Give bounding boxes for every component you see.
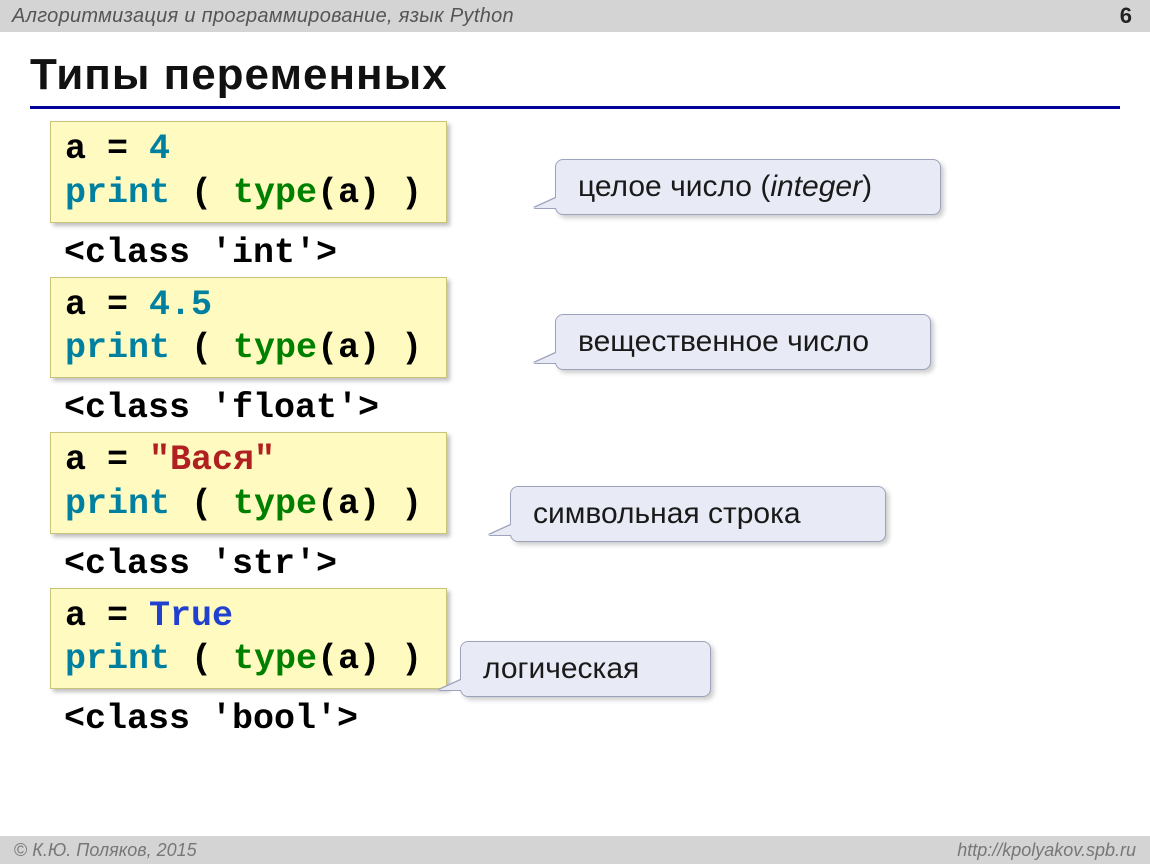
callout-pointer-icon xyxy=(439,680,461,690)
code-token: ( xyxy=(170,173,233,213)
code-token: ) xyxy=(380,639,422,679)
print-line: print ( type(a) ) xyxy=(65,172,422,216)
callout-pointer-icon xyxy=(489,525,511,535)
bottom-bar: К.Ю. Поляков, 2015 http://kpolyakov.spb.… xyxy=(0,836,1150,864)
title-row: Типы переменных xyxy=(30,50,1126,109)
callout-text: символьная строка xyxy=(533,497,801,530)
callout-text: целое число ( xyxy=(578,170,770,203)
code-token: type xyxy=(233,484,317,524)
code-token: 4.5 xyxy=(149,285,212,325)
assign-line: a = "Вася" xyxy=(65,439,422,483)
code-token: print xyxy=(65,173,170,213)
assign-line: a = 4.5 xyxy=(65,284,422,328)
result-row: <class 'bool'>логическая xyxy=(50,699,1150,739)
code-box: a = "Вася"print ( type(a) ) xyxy=(50,432,447,534)
callout-text-tail: ) xyxy=(862,170,872,203)
code-token: ( xyxy=(170,639,233,679)
code-token: = xyxy=(86,129,149,169)
code-token: = xyxy=(86,596,149,636)
code-group: a = "Вася"print ( type(a) ) <class 'str'>… xyxy=(50,432,1150,584)
title-underline xyxy=(30,106,1120,109)
callout-text: логическая xyxy=(483,652,639,685)
footer-url: http://kpolyakov.spb.ru xyxy=(957,840,1136,861)
code-token: True xyxy=(149,596,233,636)
top-bar: Алгоритмизация и программирование, язык … xyxy=(0,0,1150,32)
code-token: type xyxy=(233,328,317,368)
code-token: ( xyxy=(170,328,233,368)
code-token: type xyxy=(233,639,317,679)
code-token: ) xyxy=(380,173,422,213)
result-text: <class 'float'> xyxy=(64,388,379,428)
header-subject: Алгоритмизация и программирование, язык … xyxy=(12,5,514,28)
code-group: a = 4print ( type(a) )<class 'int'>целое… xyxy=(50,121,1150,273)
code-token: print xyxy=(65,484,170,524)
result-row: <class 'float'>вещественное число xyxy=(50,388,1150,428)
code-token: print xyxy=(65,328,170,368)
callout-pointer-icon xyxy=(534,353,556,363)
footer-copyright: К.Ю. Поляков, 2015 xyxy=(14,840,197,861)
print-line: print ( type(a) ) xyxy=(65,483,422,527)
code-token: ) xyxy=(380,484,422,524)
result-row: <class 'str'>символьная строка xyxy=(50,544,1150,584)
callout: логическая xyxy=(460,641,711,697)
code-box: a = Trueprint ( type(a) ) xyxy=(50,588,447,690)
code-token: a xyxy=(65,285,86,325)
code-token: type xyxy=(233,173,317,213)
code-token: 4 xyxy=(149,129,170,169)
assign-line: a = 4 xyxy=(65,128,422,172)
result-text: <class 'bool'> xyxy=(64,699,358,739)
code-token: (a) xyxy=(317,173,380,213)
assign-line: a = True xyxy=(65,595,422,639)
code-token: a xyxy=(65,596,86,636)
callout-pointer-icon xyxy=(534,198,556,208)
code-group: a = Trueprint ( type(a) )<class 'bool'>л… xyxy=(50,588,1150,740)
print-line: print ( type(a) ) xyxy=(65,638,422,682)
code-group: a = 4.5print ( type(a) )<class 'float'>в… xyxy=(50,277,1150,429)
page-title: Типы переменных xyxy=(30,50,1126,100)
code-token: (a) xyxy=(317,639,380,679)
print-line: print ( type(a) ) xyxy=(65,327,422,371)
callout-text: вещественное число xyxy=(578,325,869,358)
callout: символьная строка xyxy=(510,486,886,542)
code-token: print xyxy=(65,639,170,679)
page-number: 6 xyxy=(1120,3,1132,29)
code-token: "Вася" xyxy=(149,440,275,480)
code-token: a xyxy=(65,440,86,480)
callout: вещественное число xyxy=(555,314,931,370)
result-text: <class 'int'> xyxy=(64,233,337,273)
code-token: = xyxy=(86,285,149,325)
callout-italic: integer xyxy=(770,170,862,203)
code-box: a = 4.5print ( type(a) ) xyxy=(50,277,447,379)
code-token: a xyxy=(65,129,86,169)
result-text: <class 'str'> xyxy=(64,544,337,584)
content-area: a = 4print ( type(a) )<class 'int'>целое… xyxy=(50,121,1150,739)
code-box: a = 4print ( type(a) ) xyxy=(50,121,447,223)
code-token: (a) xyxy=(317,484,380,524)
code-token: (a) xyxy=(317,328,380,368)
code-token: = xyxy=(86,440,149,480)
result-row: <class 'int'>целое число (integer) xyxy=(50,233,1150,273)
callout: целое число (integer) xyxy=(555,159,941,215)
code-token: ( xyxy=(170,484,233,524)
code-token: ) xyxy=(380,328,422,368)
